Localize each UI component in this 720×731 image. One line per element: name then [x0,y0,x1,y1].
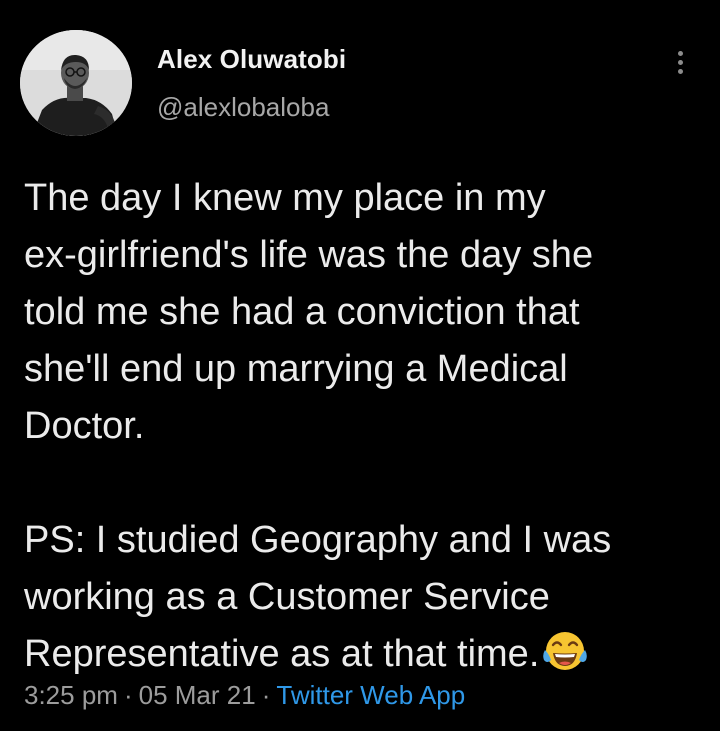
tweet-line: told me she had a conviction that [24,291,580,333]
face-with-tears-of-joy-icon [543,630,588,672]
tweet-line: PS: I studied Geography and I was [24,519,612,561]
tweet-metadata: 3:25 pm · 05 Mar 21 · Twitter Web App [24,680,465,711]
tweet-line-last: Representative as at that time. [24,626,700,683]
more-vertical-icon [677,50,683,56]
tweet-text: The day I knew my place in my ex-girlfri… [24,170,700,683]
user-handle[interactable]: @alexlobaloba [157,92,329,123]
tweet-line: working as a Customer Service [24,576,550,618]
more-options-button[interactable] [664,44,696,80]
separator: · [261,680,271,710]
tweet-date: 05 Mar 21 [138,680,256,710]
tweet-line: Doctor. [24,405,145,447]
tweet-detail: Alex Oluwatobi @alexlobaloba The day I k… [0,0,720,731]
separator: · [123,680,133,710]
tweet-line: she'll end up marrying a Medical [24,348,568,390]
tweet-line: ex-girlfriend's life was the day she [24,234,594,276]
tweet-line-text: Representative as at that time. [24,633,540,675]
display-name[interactable]: Alex Oluwatobi [157,44,346,75]
more-vertical-icon-dot [677,68,683,74]
profile-photo [20,30,132,136]
tweet-line: The day I knew my place in my [24,177,546,219]
tweet-time: 3:25 pm [24,680,118,710]
more-vertical-icon-dot [677,59,683,65]
avatar[interactable] [20,30,132,136]
source-link[interactable]: Twitter Web App [276,680,465,710]
